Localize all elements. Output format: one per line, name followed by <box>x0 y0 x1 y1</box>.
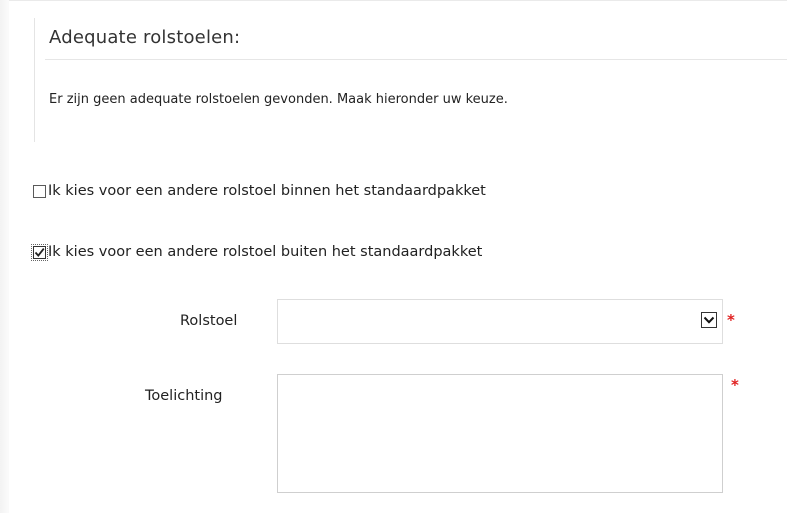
checkbox-outside-standard[interactable] <box>31 243 48 261</box>
chevron-down-icon <box>703 316 715 324</box>
required-marker-rolstoel: * <box>727 311 735 329</box>
top-divider <box>0 0 787 1</box>
panel-divider <box>45 59 787 60</box>
checkbox-within-standard[interactable] <box>33 184 46 198</box>
required-marker-toelichting: * <box>731 376 739 394</box>
left-gutter <box>0 0 9 513</box>
toelichting-textarea[interactable] <box>277 374 723 493</box>
adequate-wheelchairs-panel: Adequate rolstoelen: Er zijn geen adequa… <box>34 18 787 142</box>
panel-title: Adequate rolstoelen: <box>49 27 241 48</box>
toelichting-label: Toelichting <box>145 388 223 404</box>
page: Adequate rolstoelen: Er zijn geen adequa… <box>0 0 787 513</box>
dropdown-button[interactable] <box>701 312 717 328</box>
checkmark-icon <box>34 247 45 257</box>
rolstoel-select[interactable] <box>277 299 723 344</box>
panel-message: Er zijn geen adequate rolstoelen gevonde… <box>49 92 508 107</box>
option-label: Ik kies voor een andere rolstoel binnen … <box>48 183 486 199</box>
option-within-standard-package[interactable]: Ik kies voor een andere rolstoel binnen … <box>33 183 486 199</box>
rolstoel-label: Rolstoel <box>180 313 238 329</box>
option-label: Ik kies voor een andere rolstoel buiten … <box>48 244 483 260</box>
option-outside-standard-package[interactable]: Ik kies voor een andere rolstoel buiten … <box>31 243 483 261</box>
